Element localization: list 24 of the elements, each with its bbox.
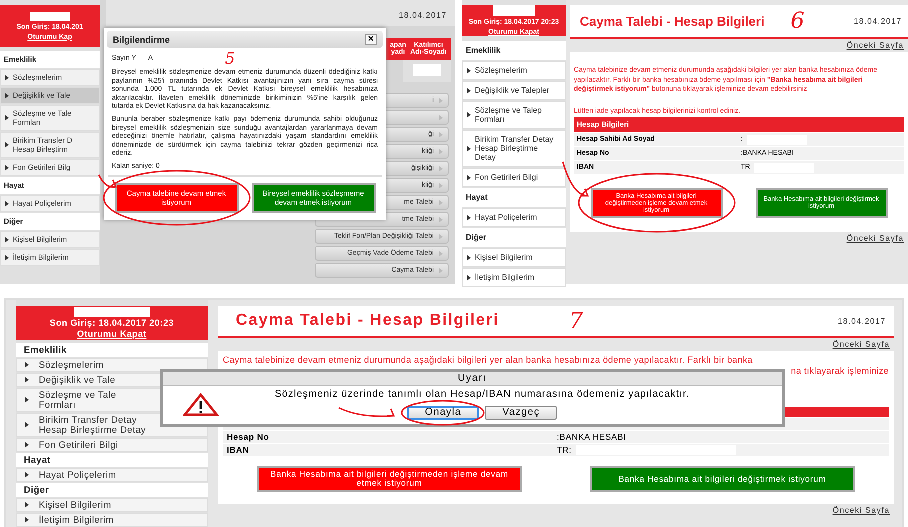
- dialog-title: Uyarı: [163, 372, 782, 386]
- section-heading: Hayat: [462, 188, 566, 207]
- field-value: :BANKA HESABI: [557, 432, 626, 442]
- section-heading: Diğer: [462, 228, 566, 247]
- field-value: TR:: [557, 445, 572, 455]
- section-heading: Diğer: [16, 483, 208, 497]
- dialog-message: Sözleşmeniz üzerinde tanımlı olan Hesap/IBAN numarasına ödemeniz yapılacaktır.: [275, 389, 690, 400]
- info-text: Cayma talebinize devam etmeniz durumunda aşağıdaki bilgileri yer alan banka hesabınıza ödeme yapılacaktır. Farklı bir banka: [223, 355, 754, 366]
- last-login-text: Son Giriş: 18.04.2017 20:23: [50, 318, 174, 328]
- annotation-number: 6: [790, 8, 806, 34]
- section-heading: Emeklilik: [462, 41, 566, 60]
- page-title: Cayma Talebi - Hesap Bilgileri: [580, 14, 765, 28]
- annotation-number: 7: [569, 308, 584, 334]
- date-text: 18.04.2017: [854, 16, 902, 26]
- field-label: Hesap No: [227, 432, 270, 442]
- page-title: Cayma Talebi - Hesap Bilgileri: [236, 312, 500, 330]
- section-heading: Emeklilik: [16, 343, 208, 357]
- date-text: 18.04.2017: [398, 10, 447, 20]
- section-heading: Hayat: [16, 453, 208, 467]
- date-text: 18.04.2017: [838, 316, 886, 326]
- annotation-number: 5: [225, 53, 236, 65]
- dialog-title: Bilgilendirme: [113, 34, 170, 44]
- field-label: IBAN: [227, 445, 250, 455]
- info-text: na tıklayarak işleminize: [791, 366, 889, 377]
